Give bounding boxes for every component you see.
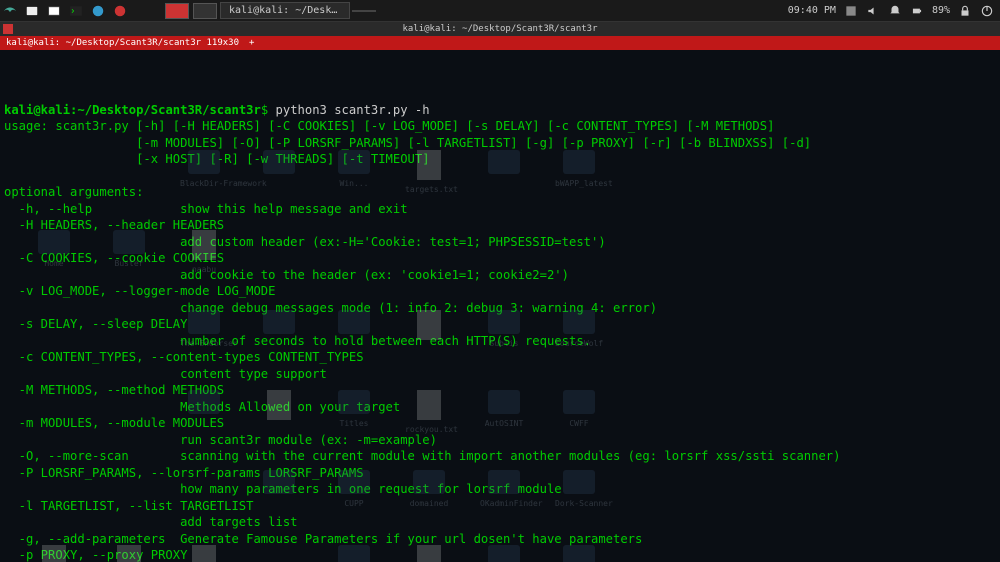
taskbar-left: kali@kali: ~/Desktop/Sc... (0, 2, 376, 20)
taskbar-app-terminal[interactable]: kali@kali: ~/Desktop/Sc... (220, 2, 350, 19)
lock-icon[interactable] (958, 4, 972, 18)
terminal-tab-1[interactable]: kali@kali: ~/Desktop/Scant3R/scant3r 119… (0, 38, 245, 48)
files-icon[interactable] (22, 2, 42, 20)
window-titlebar[interactable]: kali@kali: ~/Desktop/Scant3R/scant3r (0, 22, 1000, 36)
power-icon[interactable] (980, 4, 994, 18)
volume-icon[interactable] (866, 4, 880, 18)
workspace-1[interactable] (165, 3, 189, 19)
record-icon[interactable] (110, 2, 130, 20)
terminal-icon[interactable] (66, 2, 86, 20)
workspace-2[interactable] (193, 3, 217, 19)
terminal-tabbar: kali@kali: ~/Desktop/Scant3R/scant3r 119… (0, 36, 1000, 50)
terminal-window: kali@kali: ~/Desktop/Scant3R/scant3r kal… (0, 22, 1000, 562)
browser-icon[interactable] (88, 2, 108, 20)
battery-percent: 89% (932, 5, 950, 16)
window-title: kali@kali: ~/Desktop/Scant3R/scant3r (402, 24, 597, 34)
terminal-output[interactable]: HomeBusternaabuBlackDir-FrameworkWin...t… (0, 50, 1000, 562)
battery-icon[interactable] (910, 4, 924, 18)
window-icon[interactable] (44, 2, 64, 20)
new-tab-button[interactable]: + (245, 38, 258, 48)
tray-icon[interactable] (844, 4, 858, 18)
clock[interactable]: 09:40 PM (788, 5, 836, 16)
taskbar-right: 09:40 PM 89% (788, 4, 1000, 18)
taskbar: kali@kali: ~/Desktop/Sc... 09:40 PM 89% (0, 0, 1000, 22)
taskbar-app-record[interactable] (352, 10, 376, 12)
kali-menu-icon[interactable] (0, 2, 20, 20)
notification-icon[interactable] (888, 4, 902, 18)
titlebar-terminal-icon (3, 24, 13, 34)
terminal-text: kali@kali:~/Desktop/Scant3R/scant3r$ pyt… (4, 102, 996, 562)
